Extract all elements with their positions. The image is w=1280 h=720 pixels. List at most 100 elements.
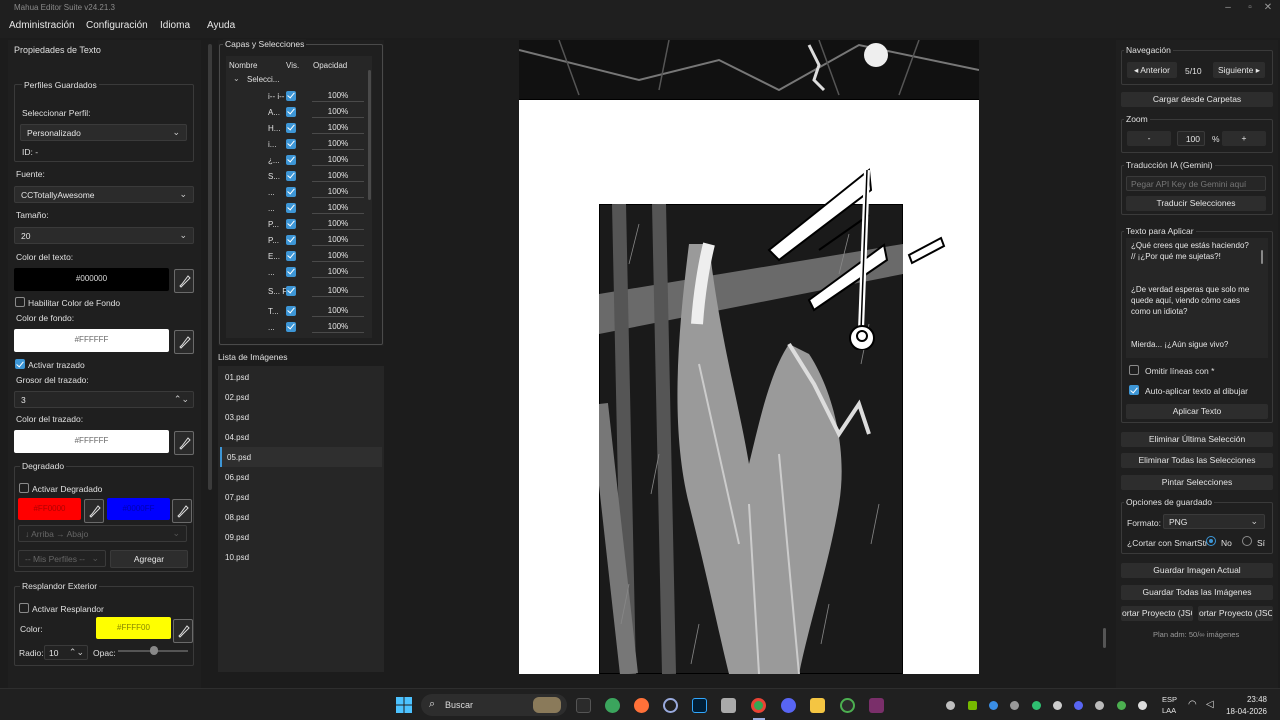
xbox-icon[interactable] <box>605 698 620 713</box>
visibility-checkbox[interactable] <box>286 267 296 277</box>
layer-row[interactable]: ... 100% <box>228 319 368 335</box>
gradient-color2-swatch[interactable]: #0000FF <box>107 498 170 520</box>
app-c-icon[interactable] <box>663 698 678 713</box>
font-combo[interactable]: CCTotallyAwesome ⌄ <box>14 186 194 203</box>
tray-icon[interactable] <box>1032 701 1041 710</box>
tray-icon[interactable] <box>946 701 955 710</box>
layer-row[interactable]: T... 100% <box>228 303 368 319</box>
zoom-in-button[interactable]: + <box>1222 131 1266 146</box>
image-list-item[interactable]: 07.psd <box>220 487 382 507</box>
stroke-enable-checkbox[interactable] <box>15 359 25 369</box>
bluetooth-tray-icon[interactable] <box>1053 701 1062 710</box>
visibility-checkbox[interactable] <box>286 306 296 316</box>
translate-button[interactable]: Traducir Selecciones <box>1126 196 1266 211</box>
visibility-checkbox[interactable] <box>286 251 296 261</box>
paint-selections-button[interactable]: Pintar Selecciones <box>1121 475 1273 490</box>
nvidia-tray-icon[interactable] <box>968 701 977 710</box>
layers-scrollbar[interactable] <box>368 70 371 200</box>
image-list-item[interactable]: 10.psd <box>220 547 382 567</box>
image-list-item[interactable]: 09.psd <box>220 527 382 547</box>
stroke-color-swatch[interactable]: #FFFFFF <box>14 430 169 453</box>
size-combo[interactable]: 20 ⌄ <box>14 227 194 244</box>
image-list-item[interactable]: 06.psd <box>220 467 382 487</box>
visibility-checkbox[interactable] <box>286 219 296 229</box>
clock-time[interactable]: 23:48 <box>1221 695 1267 704</box>
delete-last-selection-button[interactable]: Eliminar Última Selección <box>1121 432 1273 447</box>
layer-opacity[interactable]: 100% <box>312 121 364 134</box>
image-list-item[interactable]: 02.psd <box>220 387 382 407</box>
apply-text-area[interactable]: ¿Qué crees que estás haciendo? // ¡¿Por q… <box>1126 238 1268 358</box>
delete-all-selections-button[interactable]: Eliminar Todas las Selecciones <box>1121 453 1273 468</box>
eyedropper-button[interactable] <box>173 619 193 643</box>
maximize-icon[interactable]: ▫ <box>1240 1 1260 15</box>
layer-opacity[interactable]: 100% <box>312 169 364 182</box>
discord-tray-icon[interactable] <box>1074 701 1083 710</box>
wifi-icon[interactable]: ◠ <box>1188 699 1197 710</box>
gradient-color1-swatch[interactable]: #FF0000 <box>18 498 81 520</box>
close-icon[interactable]: ✕ <box>1258 1 1278 15</box>
smartcrop-si-radio[interactable] <box>1242 536 1252 546</box>
glow-enable-checkbox[interactable] <box>19 603 29 613</box>
left-panel-scrollbar[interactable] <box>208 44 212 490</box>
image-list-item[interactable]: 04.psd <box>220 427 382 447</box>
visibility-checkbox[interactable] <box>286 235 296 245</box>
layer-opacity[interactable]: 100% <box>312 217 364 230</box>
editor-app-icon[interactable] <box>869 698 884 713</box>
layer-row[interactable]: P... 100% <box>228 232 368 248</box>
radius-spinbox[interactable]: 10 ⌃⌄ <box>44 645 88 660</box>
stroke-width-spinbox[interactable]: 3 ⌃⌄ <box>14 391 194 408</box>
zoom-out-button[interactable]: - <box>1127 131 1171 146</box>
layer-row[interactable]: H... 100% <box>228 120 368 136</box>
menu-administracion[interactable]: Administración <box>9 20 75 31</box>
column-name[interactable]: Nombre <box>229 61 257 70</box>
apply-text-button[interactable]: Aplicar Texto <box>1126 404 1268 419</box>
image-list-item[interactable]: 08.psd <box>220 507 382 527</box>
file-explorer-icon[interactable] <box>810 698 825 713</box>
layer-row[interactable]: S... F... 100% <box>228 283 368 299</box>
language-primary[interactable]: ESP <box>1162 695 1177 704</box>
column-visibility[interactable]: Vis. <box>286 61 299 70</box>
language-secondary[interactable]: LAA <box>1162 706 1176 715</box>
visibility-checkbox[interactable] <box>286 139 296 149</box>
layer-row[interactable]: A... 100% <box>228 104 368 120</box>
chrome-icon[interactable] <box>751 698 766 713</box>
omit-lines-checkbox[interactable] <box>1129 365 1139 375</box>
visibility-checkbox[interactable] <box>286 203 296 213</box>
visibility-checkbox[interactable] <box>286 155 296 165</box>
profile-combo[interactable]: Personalizado ⌄ <box>20 124 187 141</box>
enable-bg-checkbox[interactable] <box>15 297 25 307</box>
snipping-tool-icon[interactable] <box>721 698 736 713</box>
save-all-button[interactable]: Guardar Todas las Imágenes <box>1121 585 1273 600</box>
next-button[interactable]: Siguiente ▸ <box>1213 62 1265 78</box>
layer-row[interactable]: ¿... 100% <box>228 152 368 168</box>
visibility-checkbox[interactable] <box>286 322 296 332</box>
layer-opacity[interactable]: 100% <box>312 185 364 198</box>
firefox-icon[interactable] <box>634 698 649 713</box>
add-profile-button[interactable]: Agregar <box>110 550 188 568</box>
menu-idioma[interactable]: Idioma <box>160 20 190 31</box>
eyedropper-button[interactable] <box>174 330 194 354</box>
taskbar-search[interactable]: ⌕ Buscar <box>421 694 567 716</box>
layer-opacity[interactable]: 100% <box>312 265 364 278</box>
import-project-button[interactable]: ortar Proyecto (JSC <box>1198 606 1273 621</box>
menu-ayuda[interactable]: Ayuda <box>207 20 235 31</box>
layer-row[interactable]: E... 100% <box>228 248 368 264</box>
layer-group-name[interactable]: Selecci... <box>247 75 279 84</box>
save-current-button[interactable]: Guardar Imagen Actual <box>1121 563 1273 578</box>
export-project-button[interactable]: ortar Proyecto (JSC <box>1121 606 1193 621</box>
layer-row[interactable]: ... 100% <box>228 200 368 216</box>
layer-row[interactable]: ... 100% <box>228 184 368 200</box>
layer-opacity[interactable]: 100% <box>312 304 364 317</box>
api-key-input[interactable]: Pegar API Key de Gemini aquí <box>1126 176 1266 191</box>
eyedropper-button[interactable] <box>174 431 194 455</box>
bg-color-swatch[interactable]: #FFFFFF <box>14 329 169 352</box>
zoom-input[interactable]: 100 <box>1177 131 1205 146</box>
collapse-arrow-icon[interactable]: ⌄ <box>233 74 240 83</box>
load-folder-button[interactable]: Cargar desde Carpetas <box>1121 92 1273 107</box>
layer-opacity[interactable]: 100% <box>312 89 364 102</box>
auto-apply-checkbox[interactable] <box>1129 385 1139 395</box>
column-opacity[interactable]: Opacidad <box>313 61 347 70</box>
visibility-checkbox[interactable] <box>286 91 296 101</box>
menu-configuracion[interactable]: Configuración <box>86 20 148 31</box>
eyedropper-button[interactable] <box>84 499 104 523</box>
